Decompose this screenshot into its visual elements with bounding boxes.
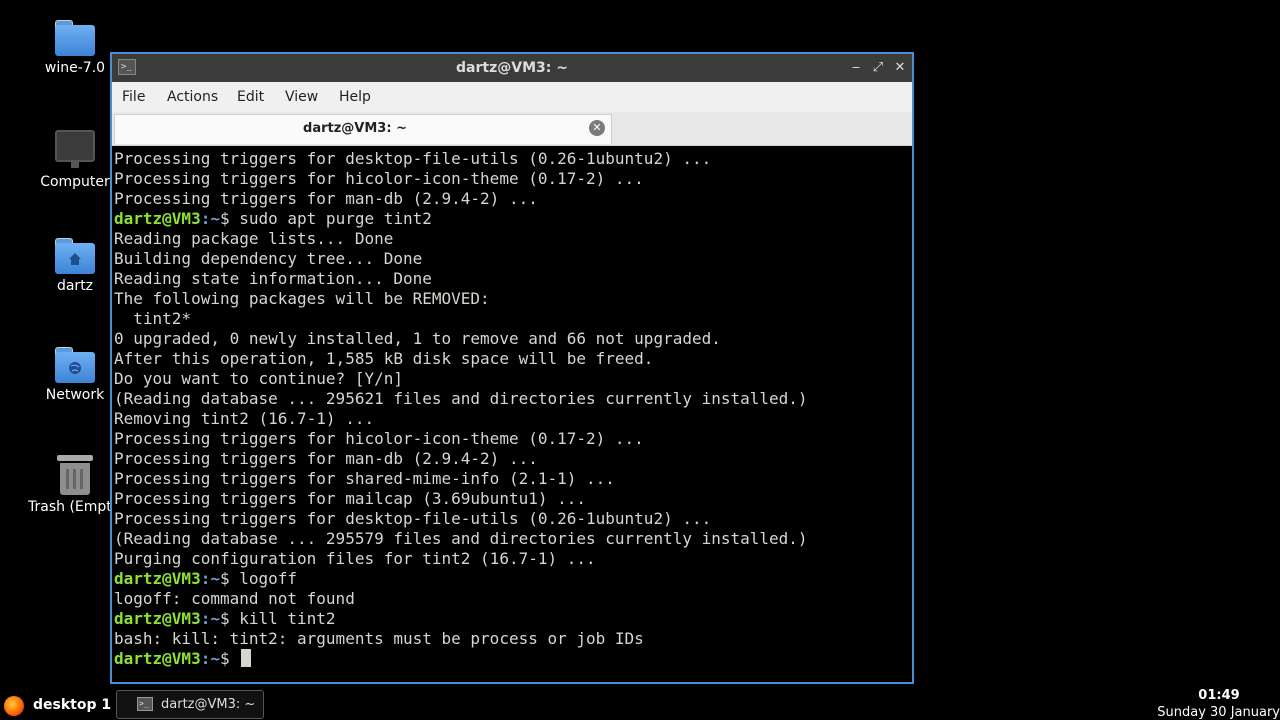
terminal-output-line: Processing triggers for man-db (2.9.4-2)… [114, 449, 538, 468]
terminal-output-line: Processing triggers for desktop-file-uti… [114, 149, 712, 168]
prompt-user: dartz@VM3 [114, 609, 201, 628]
folder-icon [55, 20, 95, 56]
terminal-prompt-line: dartz@VM3:~$ sudo apt purge tint2 [114, 209, 432, 229]
prompt-path: :~ [200, 649, 220, 668]
clock-time[interactable]: 01:49 [1160, 688, 1278, 703]
terminal-output-line: Reading package lists... Done [114, 229, 394, 248]
terminal-output-line: The following packages will be REMOVED: [114, 289, 490, 308]
prompt-path: :~ [200, 609, 220, 628]
tab-terminal[interactable]: dartz@VM3: ~ ✕ [114, 114, 612, 144]
prompt-user: dartz@VM3 [114, 209, 201, 228]
terminal-output-line: 0 upgraded, 0 newly installed, 1 to remo… [114, 329, 721, 348]
terminal-output-line: Building dependency tree... Done [114, 249, 423, 268]
taskbar: desktop 1 >_ dartz@VM3: ~ 01:49 Sunday 3… [0, 688, 1280, 720]
taskbar-window-label: dartz@VM3: ~ [161, 697, 256, 712]
firefox-icon[interactable] [4, 696, 24, 716]
menu-view[interactable]: View [285, 82, 318, 112]
prompt-user: dartz@VM3 [114, 569, 201, 588]
computer-icon [55, 130, 95, 168]
terminal-prompt-line: dartz@VM3:~$ logoff [114, 569, 297, 589]
terminal-window: >_ dartz@VM3: ~ ‒ ⤢ ✕ File Actions Edit … [110, 52, 914, 684]
prompt-symbol: $ [219, 569, 240, 588]
command-text: logoff [239, 569, 298, 588]
terminal-output-line: After this operation, 1,585 kB disk spac… [114, 349, 654, 368]
prompt-user: dartz@VM3 [114, 649, 201, 668]
home-folder-icon [55, 238, 95, 274]
terminal-output-line: Purging configuration files for tint2 (1… [114, 549, 596, 568]
terminal-output-line: Processing triggers for mailcap (3.69ubu… [114, 489, 587, 508]
menu-actions[interactable]: Actions [167, 82, 218, 112]
window-title: dartz@VM3: ~ [456, 60, 568, 76]
command-text: kill tint2 [239, 609, 336, 628]
terminal-prompt-line: dartz@VM3:~$ kill tint2 [114, 609, 336, 629]
maximize-button[interactable]: ⤢ [868, 58, 888, 78]
tab-bar: dartz@VM3: ~ ✕ [112, 112, 912, 146]
workspace-label[interactable]: desktop 1 [33, 690, 111, 720]
terminal-output-line: Processing triggers for desktop-file-uti… [114, 509, 712, 528]
prompt-path: :~ [200, 209, 220, 228]
text-cursor[interactable] [241, 649, 252, 667]
terminal-output-line: Processing triggers for hicolor-icon-the… [114, 429, 644, 448]
terminal-output-line: Reading state information... Done [114, 269, 432, 288]
terminal-output-line: bash: kill: tint2: arguments must be pro… [114, 629, 644, 648]
trash-icon [57, 455, 93, 495]
desktop-icon-label: Trash (Empty) [28, 499, 118, 515]
clock-date[interactable]: Sunday 30 January [1140, 705, 1280, 720]
menu-bar: File Actions Edit View Help [112, 82, 912, 112]
terminal-icon: >_ [137, 697, 153, 711]
prompt-path: :~ [200, 569, 220, 588]
terminal-output-line: tint2* [114, 309, 192, 328]
menu-help[interactable]: Help [339, 82, 371, 112]
taskbar-window-button[interactable]: >_ dartz@VM3: ~ [116, 690, 264, 719]
window-titlebar[interactable]: >_ dartz@VM3: ~ ‒ ⤢ ✕ [112, 54, 912, 82]
network-folder-icon [55, 347, 95, 383]
prompt-symbol: $ [219, 609, 240, 628]
terminal-output-line: (Reading database ... 295579 files and d… [114, 529, 808, 548]
terminal-output-line: Processing triggers for hicolor-icon-the… [114, 169, 644, 188]
prompt-symbol: $ [219, 209, 240, 228]
terminal-prompt-line: dartz@VM3:~$ [114, 649, 252, 669]
tab-close-icon[interactable]: ✕ [589, 120, 605, 136]
minimize-button[interactable]: ‒ [846, 58, 866, 78]
terminal-output-line: Removing tint2 (16.7-1) ... [114, 409, 375, 428]
terminal-output-line: (Reading database ... 295621 files and d… [114, 389, 808, 408]
prompt-symbol: $ [219, 649, 240, 668]
menu-file[interactable]: File [122, 82, 145, 112]
terminal-output-line: logoff: command not found [114, 589, 355, 608]
terminal-output-line: Processing triggers for man-db (2.9.4-2)… [114, 189, 538, 208]
close-button[interactable]: ✕ [890, 58, 910, 78]
menu-edit[interactable]: Edit [237, 82, 264, 112]
terminal-output-line: Processing triggers for shared-mime-info… [114, 469, 615, 488]
terminal-output[interactable]: Processing triggers for desktop-file-uti… [112, 146, 912, 682]
tab-label: dartz@VM3: ~ [303, 121, 407, 136]
terminal-output-line: Do you want to continue? [Y/n] [114, 369, 403, 388]
command-text: sudo apt purge tint2 [239, 209, 432, 228]
